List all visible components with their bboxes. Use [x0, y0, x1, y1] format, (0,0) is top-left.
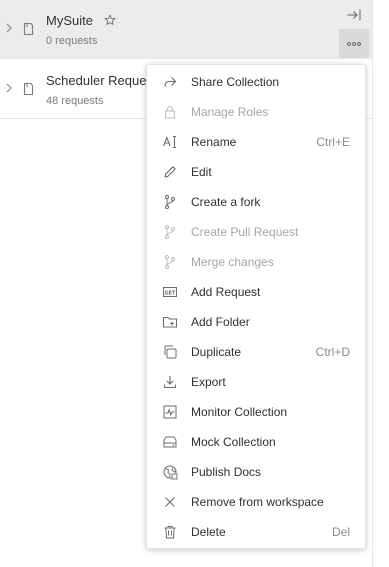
menu-item-label: Duplicate [191, 345, 242, 359]
menu-item-label: Export [191, 375, 226, 389]
collection-name: Scheduler Reque [46, 73, 147, 88]
menu-item-create-pull-request[interactable]: Create Pull Request [147, 217, 365, 247]
menu-item-label: Merge changes [191, 255, 274, 269]
collection-name: MySuite [46, 13, 93, 28]
duplicate-icon [161, 343, 179, 361]
app-root: MySuite 0 requests Scheduler Reque 48 re… [0, 0, 389, 567]
collection-request-count: 48 requests [46, 95, 104, 107]
close-icon [161, 493, 179, 511]
menu-item-label: Add Folder [191, 315, 250, 329]
menu-item-label: Mock Collection [191, 435, 276, 449]
menu-item-duplicate[interactable]: Duplicate Ctrl+D [147, 337, 365, 367]
trash-icon [161, 523, 179, 541]
collapse-panel-button[interactable] [339, 0, 369, 29]
more-actions-icon [347, 41, 361, 47]
collection-context-menu: Share Collection Manage Roles Rename Ctr… [146, 64, 366, 549]
menu-item-shortcut: Ctrl+D [315, 345, 350, 359]
menu-item-mock-collection[interactable]: Mock Collection [147, 427, 365, 457]
menu-item-label: Manage Roles [191, 105, 269, 119]
menu-item-monitor-collection[interactable]: Monitor Collection [147, 397, 365, 427]
fork-icon [161, 193, 179, 211]
menu-item-manage-roles[interactable]: Manage Roles [147, 97, 365, 127]
menu-item-remove-from-workspace[interactable]: Remove from workspace [147, 487, 365, 517]
chevron-right-icon[interactable] [3, 81, 15, 95]
svg-text:GET: GET [165, 290, 177, 296]
collection-row-mysuite[interactable] [0, 0, 372, 59]
menu-item-add-request[interactable]: GET Add Request [147, 277, 365, 307]
mock-server-icon [161, 433, 179, 451]
menu-item-label: Create a fork [191, 195, 261, 209]
chevron-right-icon[interactable] [3, 21, 15, 35]
more-actions-button[interactable] [339, 29, 369, 58]
menu-item-delete[interactable]: Delete Del [147, 517, 365, 547]
menu-item-label: Rename [191, 135, 237, 149]
menu-item-label: Remove from workspace [191, 495, 324, 509]
rename-icon [161, 133, 179, 151]
menu-item-label: Publish Docs [191, 465, 262, 479]
menu-item-shortcut: Del [331, 525, 350, 539]
collection-request-count: 0 requests [46, 35, 98, 47]
monitor-icon [161, 403, 179, 421]
export-icon [161, 373, 179, 391]
pencil-icon [161, 163, 179, 181]
panel-right-edge [372, 0, 389, 567]
menu-item-add-folder[interactable]: Add Folder [147, 307, 365, 337]
get-request-icon: GET [161, 283, 179, 301]
menu-item-rename[interactable]: Rename Ctrl+E [147, 127, 365, 157]
collection-folder-icon [22, 21, 38, 37]
menu-item-label: Monitor Collection [191, 405, 288, 419]
menu-item-create-fork[interactable]: Create a fork [147, 187, 365, 217]
menu-item-publish-docs[interactable]: Publish Docs [147, 457, 365, 487]
menu-item-share-collection[interactable]: Share Collection [147, 67, 365, 97]
collection-folder-icon [22, 81, 38, 97]
menu-item-label: Delete [191, 525, 226, 539]
menu-item-merge-changes[interactable]: Merge changes [147, 247, 365, 277]
menu-item-label: Add Request [191, 285, 261, 299]
globe-icon [161, 463, 179, 481]
merge-icon [161, 253, 179, 271]
share-icon [161, 73, 179, 91]
star-icon[interactable] [104, 14, 116, 26]
menu-item-edit[interactable]: Edit [147, 157, 365, 187]
collapse-panel-icon [346, 8, 362, 22]
menu-item-shortcut: Ctrl+E [316, 135, 350, 149]
lock-icon [161, 103, 179, 121]
menu-item-label: Edit [191, 165, 212, 179]
pull-request-icon [161, 223, 179, 241]
menu-item-label: Create Pull Request [191, 225, 299, 239]
menu-item-label: Share Collection [191, 75, 280, 89]
menu-item-export[interactable]: Export [147, 367, 365, 397]
add-folder-icon [161, 313, 179, 331]
